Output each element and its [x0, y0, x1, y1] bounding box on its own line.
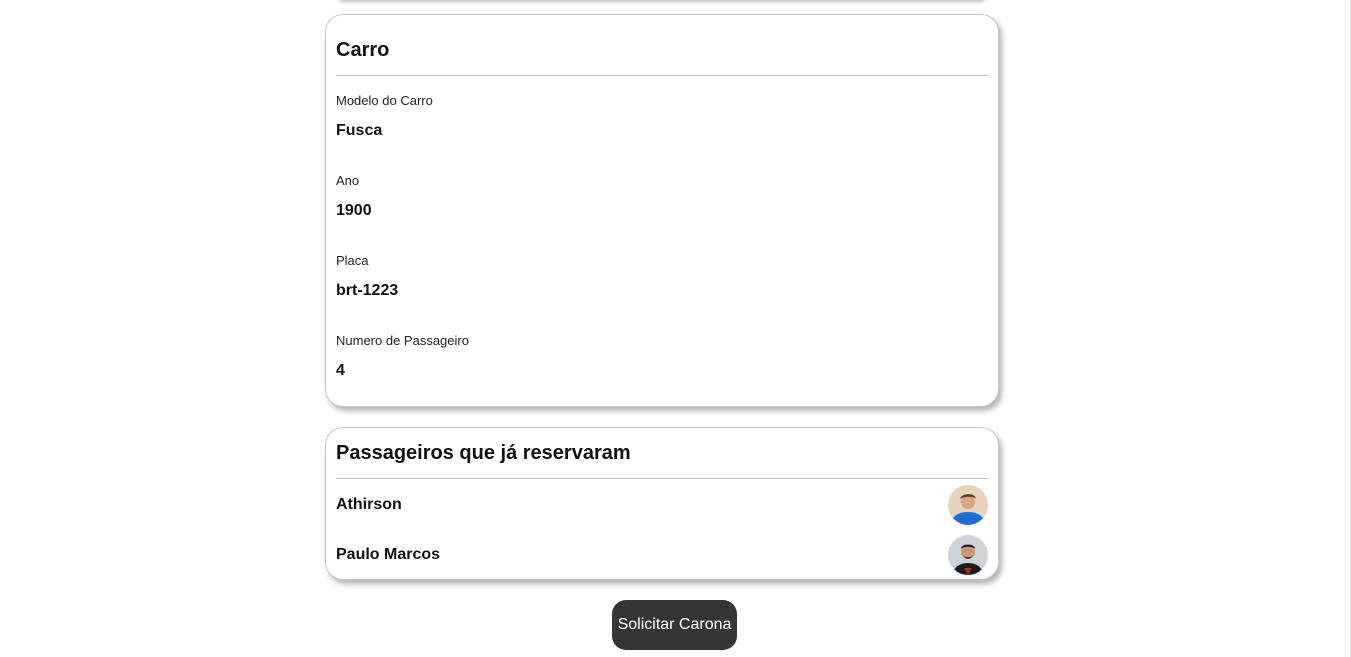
user-photo-icon [948, 485, 988, 525]
passengers-card-title: Passageiros que já reservaram [336, 442, 631, 464]
passenger-item[interactable]: Paulo Marcos [336, 535, 988, 575]
passengers-card-divider [336, 478, 988, 479]
car-year-label: Ano [336, 173, 360, 188]
car-card-title: Carro [336, 39, 390, 61]
car-model-value: Fusca [336, 122, 383, 139]
request-ride-button[interactable]: Solicitar Carona [612, 600, 737, 650]
car-card-divider [336, 75, 988, 76]
passenger-count-label: Numero de Passageiro [336, 333, 469, 348]
user-photo-icon [948, 535, 988, 575]
page: Carro Modelo do Carro Fusca Ano 1900 Pla… [0, 0, 1351, 657]
car-plate-value: brt-1223 [336, 282, 399, 299]
passengers-card: Passageiros que já reservaram Athirson P… [325, 427, 999, 580]
passenger-name: Paulo Marcos [336, 546, 441, 563]
car-model-label: Modelo do Carro [336, 93, 433, 108]
car-year-value: 1900 [336, 202, 372, 219]
passenger-count-value: 4 [336, 362, 345, 379]
car-plate-label: Placa [336, 253, 369, 268]
passenger-item[interactable]: Athirson [336, 485, 988, 525]
passenger-name: Athirson [336, 496, 402, 513]
car-card: Carro Modelo do Carro Fusca Ano 1900 Pla… [325, 14, 999, 407]
